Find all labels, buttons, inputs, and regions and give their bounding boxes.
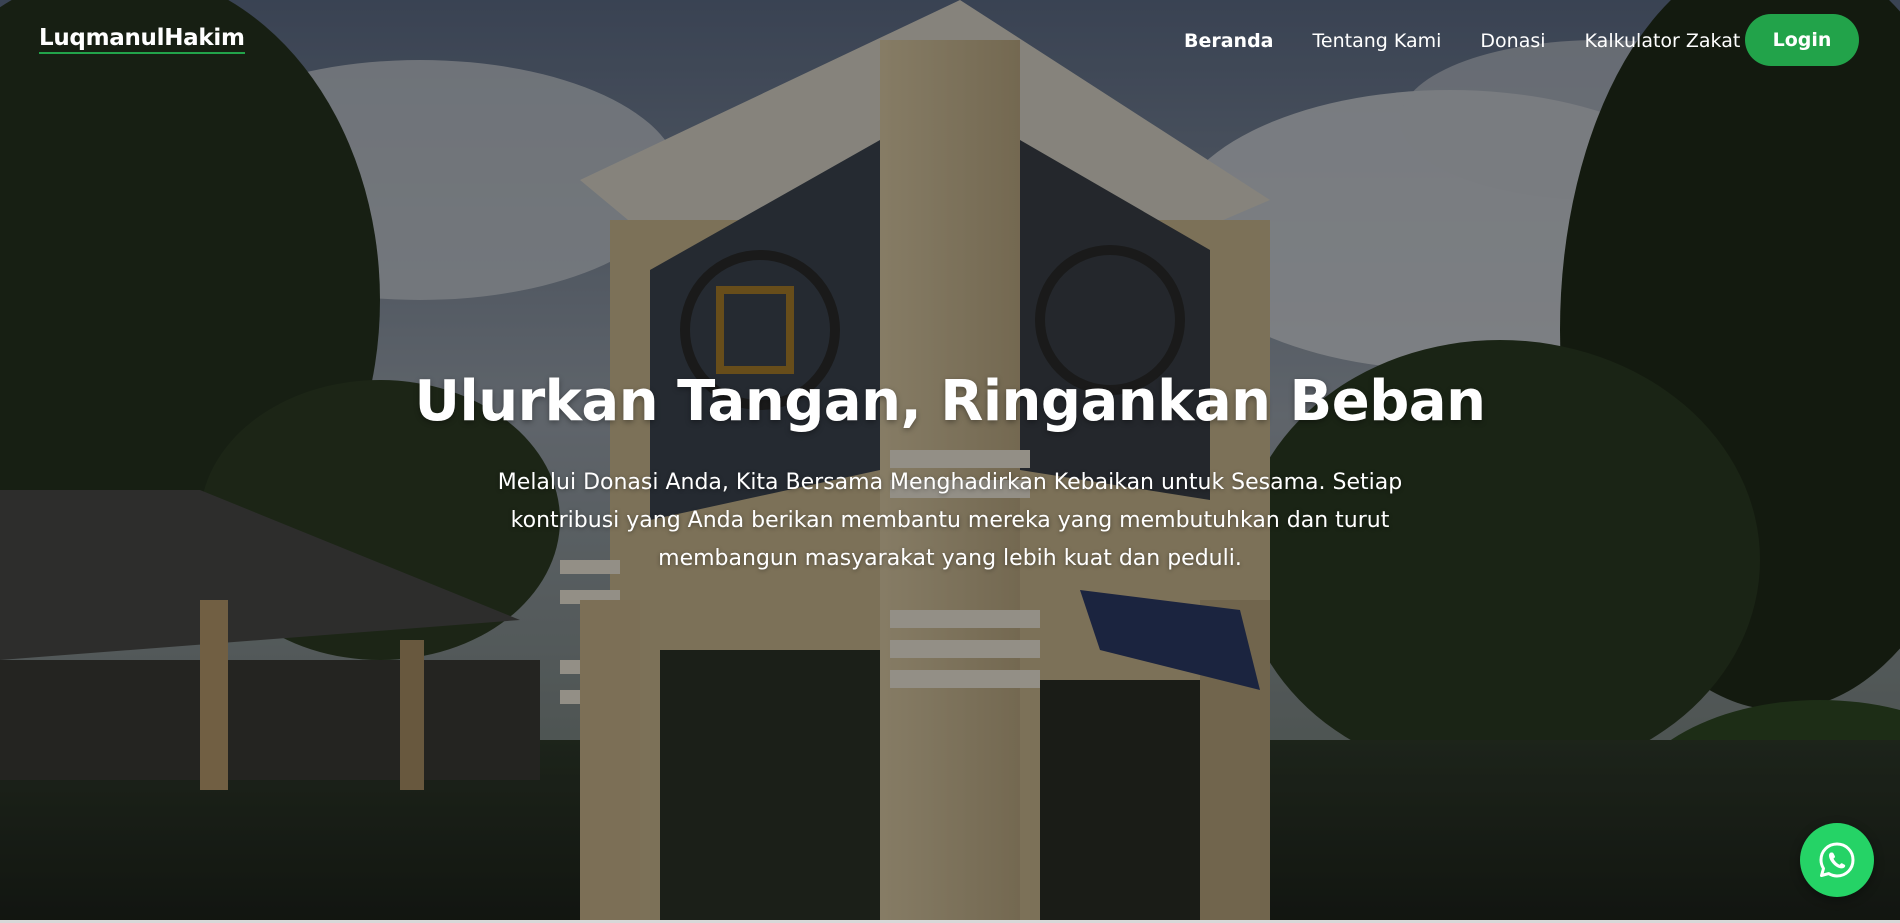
hero-description-line: membangun masyarakat yang lebih kuat dan… [658, 546, 1242, 571]
nav-item-tentang-kami[interactable]: Tentang Kami [1313, 26, 1442, 56]
hero-title: Ulurkan Tangan, Ringankan Beban [414, 369, 1486, 434]
nav-links: Beranda Tentang Kami Donasi Kalkulator Z… [1184, 26, 1779, 56]
hero-description: Melalui Donasi Anda, Kita Bersama Mengha… [490, 464, 1410, 578]
hero-content: Ulurkan Tangan, Ringankan Beban Melalui … [0, 360, 1900, 578]
hero-description-line: Melalui Donasi Anda, Kita Bersama Mengha… [497, 470, 1403, 495]
nav-item-kalkulator-zakat[interactable]: Kalkulator Zakat [1585, 26, 1741, 56]
whatsapp-icon [1819, 842, 1855, 878]
top-navbar: LuqmanulHakim Beranda Tentang Kami Donas… [0, 0, 1900, 80]
login-button[interactable]: Login [1745, 14, 1859, 66]
nav-item-donasi[interactable]: Donasi [1480, 26, 1545, 56]
whatsapp-float-button[interactable] [1800, 823, 1874, 897]
hero-description-line: kontribusi yang Anda berikan membantu me… [510, 508, 1390, 533]
nav-item-beranda[interactable]: Beranda [1184, 26, 1274, 56]
brand-logo-link[interactable]: LuqmanulHakim [39, 25, 245, 54]
